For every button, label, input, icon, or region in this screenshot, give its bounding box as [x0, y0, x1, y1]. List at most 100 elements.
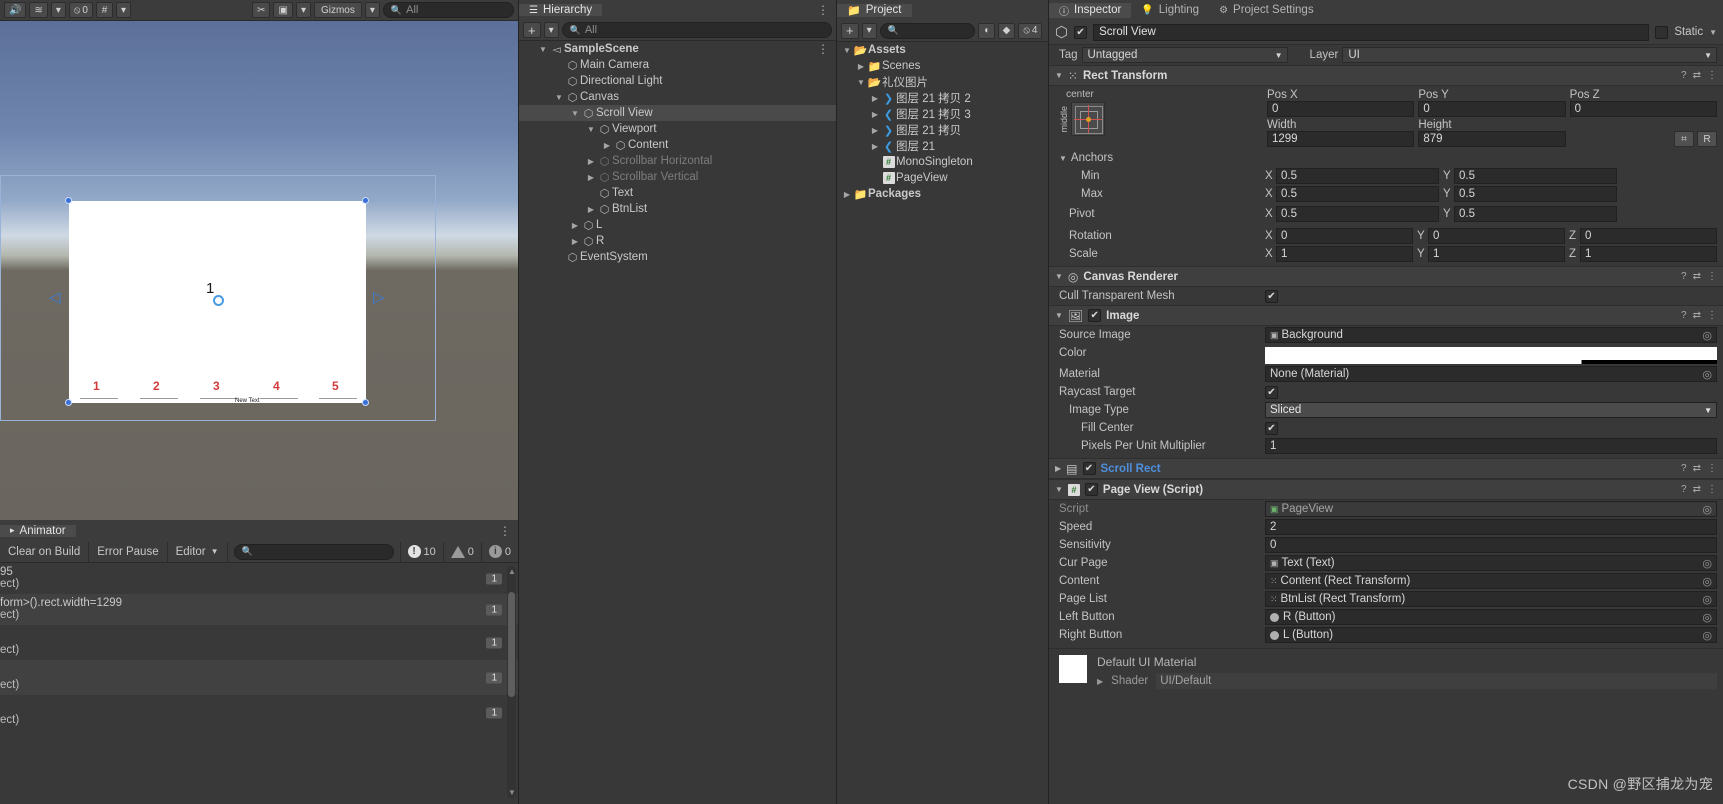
component-header-rect-transform[interactable]: ▼ ⁙ Rect Transform ? ⇄ ⋮	[1049, 65, 1723, 86]
camera-dropdown-icon[interactable]: ▾	[295, 2, 311, 18]
preset-icon[interactable]: ⇄	[1693, 463, 1701, 474]
foldout-expanded-icon[interactable]: ▼	[841, 46, 853, 55]
effects-dropdown-icon[interactable]: ▾	[50, 2, 66, 18]
preset-icon[interactable]: ⇄	[1693, 271, 1701, 282]
project-item-9[interactable]: ▶ 📁 Packages	[837, 186, 1048, 202]
anchor-max-y-field[interactable]: 0.5	[1454, 186, 1617, 202]
warning-counter[interactable]: 0	[442, 541, 481, 562]
foldout-collapsed-icon[interactable]: ▶	[585, 173, 597, 182]
foldout-collapsed-icon[interactable]: ▶	[585, 205, 597, 214]
hierarchy-item-scroll-view[interactable]: ▼ ⬡ Scroll View	[519, 105, 836, 121]
resize-handle-bl[interactable]	[65, 399, 72, 406]
error-pause-button[interactable]: Error Pause	[89, 541, 168, 562]
shader-value-field[interactable]: UI/Default	[1156, 673, 1717, 689]
console-menu-icon[interactable]: ⋮	[499, 525, 512, 537]
foldout-expanded-icon[interactable]: ▼	[553, 93, 565, 102]
tab-animator[interactable]: ▸ Animator	[0, 524, 76, 537]
list-item[interactable]: form>().rect.width=1299 ect) 1	[0, 594, 518, 625]
hierarchy-search-input[interactable]: 🔍 All	[561, 22, 832, 38]
hierarchy-item-canvas[interactable]: ▼ ⬡ Canvas	[519, 89, 836, 105]
foldout-icon[interactable]: ▼	[1055, 485, 1063, 494]
foldout-collapsed-icon[interactable]: ▶	[569, 237, 581, 246]
static-checkbox[interactable]	[1655, 25, 1669, 39]
rotation-z-field[interactable]: 0	[1580, 228, 1717, 244]
foldout-collapsed-icon[interactable]: ▶	[855, 62, 867, 71]
object-picker-icon[interactable]: ◎	[1702, 629, 1712, 642]
component-header-page-view[interactable]: ▼ # ✔ Page View (Script) ? ⇄ ⋮	[1049, 479, 1723, 500]
object-picker-icon[interactable]: ◎	[1702, 503, 1712, 516]
page-button-1[interactable]: 1	[93, 379, 100, 393]
clear-on-build-button[interactable]: Clear on Build	[0, 541, 90, 562]
help-icon[interactable]: ?	[1681, 70, 1687, 81]
pos-x-field[interactable]: 0	[1267, 101, 1415, 117]
anchor-min-x-field[interactable]: 0.5	[1276, 168, 1439, 184]
grid-dropdown-icon[interactable]: ▾	[115, 2, 131, 18]
anchors-foldout-row[interactable]: ▼ Anchors	[1049, 149, 1723, 167]
scene-tools-icon[interactable]: ✂	[252, 2, 271, 18]
ppu-multiplier-field[interactable]: 1	[1265, 438, 1717, 454]
tab-inspector[interactable]: ⓘ Inspector	[1049, 2, 1132, 18]
error-counter[interactable]: ! 10	[399, 541, 443, 562]
resize-handle-tl[interactable]	[65, 197, 72, 204]
foldout-collapsed-icon[interactable]: ▶	[841, 190, 853, 199]
scale-y-field[interactable]: 1	[1428, 246, 1565, 262]
scene-viewport[interactable]: ◁ ▷ 1 1 2 3 4 5 New Text	[0, 21, 518, 520]
page-view-enabled-checkbox[interactable]: ✔	[1084, 483, 1098, 496]
foldout-collapsed-icon[interactable]: ▶	[869, 94, 881, 103]
component-menu-icon[interactable]: ⋮	[1707, 310, 1717, 321]
foldout-collapsed-icon[interactable]: ▶	[585, 157, 597, 166]
object-picker-icon[interactable]: ◎	[1702, 611, 1712, 624]
tab-project[interactable]: 📁 Project	[837, 3, 912, 17]
source-image-field[interactable]: ▣ Background ◎	[1265, 327, 1717, 343]
list-item[interactable]: ect) 1	[0, 695, 518, 730]
anchor-preset-button[interactable]	[1071, 102, 1105, 136]
object-picker-icon[interactable]: ◎	[1702, 575, 1712, 588]
material-field[interactable]: None (Material) ◎	[1265, 366, 1717, 382]
pivot-gizmo-icon[interactable]	[213, 295, 224, 306]
foldout-collapsed-icon[interactable]: ▶	[569, 221, 581, 230]
hidden-objects-icon[interactable]: ⦸ 0	[68, 2, 93, 18]
left-button-field[interactable]: R (Button) ◎	[1265, 609, 1717, 625]
raw-edit-mode-button[interactable]: R	[1696, 131, 1717, 147]
scroll-rect-enabled-checkbox[interactable]: ✔	[1082, 462, 1096, 475]
page-list-field[interactable]: ⁙ BtnList (Rect Transform) ◎	[1265, 591, 1717, 607]
rotation-y-field[interactable]: 0	[1428, 228, 1565, 244]
component-header-scroll-rect[interactable]: ▶ ▤ ✔ Scroll Rect ? ⇄ ⋮	[1049, 458, 1723, 479]
project-item-5[interactable]: ▶ ❯ 图层 21 拷贝	[837, 122, 1048, 138]
object-picker-icon[interactable]: ◎	[1702, 368, 1712, 381]
foldout-icon[interactable]: ▼	[1055, 71, 1063, 80]
foldout-icon[interactable]: ▼	[1055, 272, 1063, 281]
scroll-up-icon[interactable]: ▲	[508, 567, 516, 576]
component-menu-icon[interactable]: ⋮	[1707, 70, 1717, 81]
project-item-8[interactable]: # PageView	[837, 170, 1048, 186]
image-type-dropdown[interactable]: Sliced ▼	[1265, 402, 1717, 418]
object-enabled-checkbox[interactable]: ✔	[1074, 25, 1088, 39]
gizmos-dropdown-icon[interactable]: ▾	[364, 2, 380, 18]
component-menu-icon[interactable]: ⋮	[1707, 271, 1717, 282]
hierarchy-item-viewport[interactable]: ▼ ⬡ Viewport	[519, 121, 836, 137]
foldout-collapsed-icon[interactable]: ▶	[869, 110, 881, 119]
hidden-packages-toggle[interactable]: ⦸ 4	[1018, 22, 1043, 39]
project-item-4[interactable]: ▶ ❮ 图层 21 拷贝 3	[837, 106, 1048, 122]
page-button-2[interactable]: 2	[153, 379, 160, 393]
preset-icon[interactable]: ⇄	[1693, 70, 1701, 81]
color-swatch-field[interactable]	[1265, 346, 1717, 364]
scale-z-field[interactable]: 1	[1580, 246, 1717, 262]
left-arrow-button[interactable]: ◁	[49, 290, 61, 305]
hierarchy-tree[interactable]: ▼ ◅ SampleScene ⋮ ⬡ Main Camera ⬡ Directional L…	[519, 41, 836, 265]
tab-lighting[interactable]: 💡 Lighting	[1131, 4, 1209, 16]
audio-icon[interactable]: 🔊	[4, 2, 27, 18]
project-tree[interactable]: ▼ 📂 Assets ▶ 📁 Scenes ▼ 📂 礼仪图片 ▶ ❯ 图层 21 拷贝 2 ▶ ❮ 图层 2…	[837, 42, 1048, 202]
foldout-icon[interactable]: ▶	[1055, 464, 1061, 473]
hierarchy-item-scrollbar-horizontal[interactable]: ▶ ⬡ Scrollbar Horizontal	[519, 153, 836, 169]
blueprint-mode-icon[interactable]: ⌗	[1673, 131, 1694, 147]
create-asset-button[interactable]: +	[841, 22, 859, 39]
console-log-list[interactable]: 95 ect) 1 form>().rect.width=1299 ect) 1…	[0, 563, 518, 804]
foldout-expanded-icon[interactable]: ▼	[585, 125, 597, 134]
foldout-expanded-icon[interactable]: ▼	[569, 109, 581, 118]
help-icon[interactable]: ?	[1681, 271, 1687, 282]
hierarchy-item-main-camera[interactable]: ⬡ Main Camera	[519, 57, 836, 73]
speed-field[interactable]: 2	[1265, 519, 1717, 535]
right-button-field[interactable]: L (Button) ◎	[1265, 627, 1717, 643]
hierarchy-item-l[interactable]: ▶ ⬡ L	[519, 217, 836, 233]
